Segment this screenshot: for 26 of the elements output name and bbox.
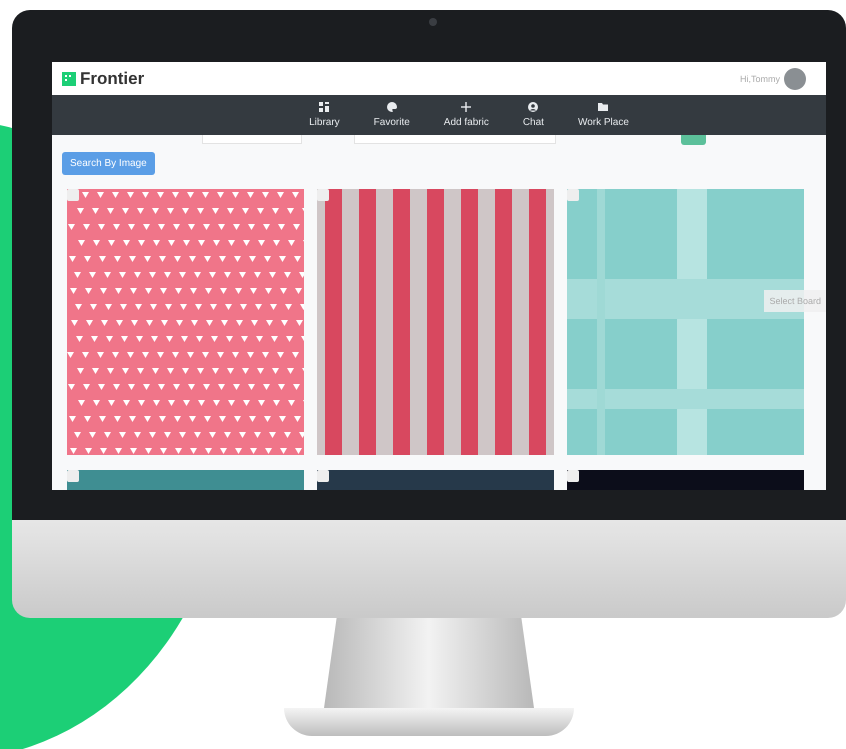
folder-icon bbox=[598, 102, 608, 112]
plus-icon bbox=[461, 102, 472, 112]
avatar[interactable] bbox=[784, 68, 806, 90]
user-greeting: Hi,Tommy bbox=[740, 74, 780, 84]
input-field[interactable] bbox=[354, 135, 556, 144]
checkbox[interactable] bbox=[67, 470, 79, 482]
palette-icon bbox=[386, 102, 397, 112]
checkbox[interactable] bbox=[567, 470, 579, 482]
checkbox[interactable] bbox=[567, 189, 579, 201]
grid-icon bbox=[319, 102, 330, 112]
fabric-swatch[interactable] bbox=[317, 189, 554, 455]
user-icon bbox=[528, 102, 538, 112]
fabric-swatch[interactable] bbox=[67, 189, 304, 455]
input-field[interactable] bbox=[202, 135, 302, 144]
nav-item[interactable]: Chat bbox=[508, 95, 558, 135]
checkbox[interactable] bbox=[317, 470, 329, 482]
nav-item[interactable]: Work Place bbox=[564, 95, 643, 135]
nav-item[interactable]: Library bbox=[295, 95, 354, 135]
logo-icon bbox=[62, 72, 76, 86]
search-button[interactable] bbox=[681, 135, 706, 145]
nav-item[interactable]: Add fabric bbox=[430, 95, 503, 135]
camera-dot bbox=[429, 18, 437, 26]
nav-item[interactable]: Favorite bbox=[360, 95, 424, 135]
checkbox[interactable] bbox=[67, 189, 79, 201]
brand-name: Frontier bbox=[80, 68, 144, 88]
checkbox[interactable] bbox=[317, 189, 329, 201]
